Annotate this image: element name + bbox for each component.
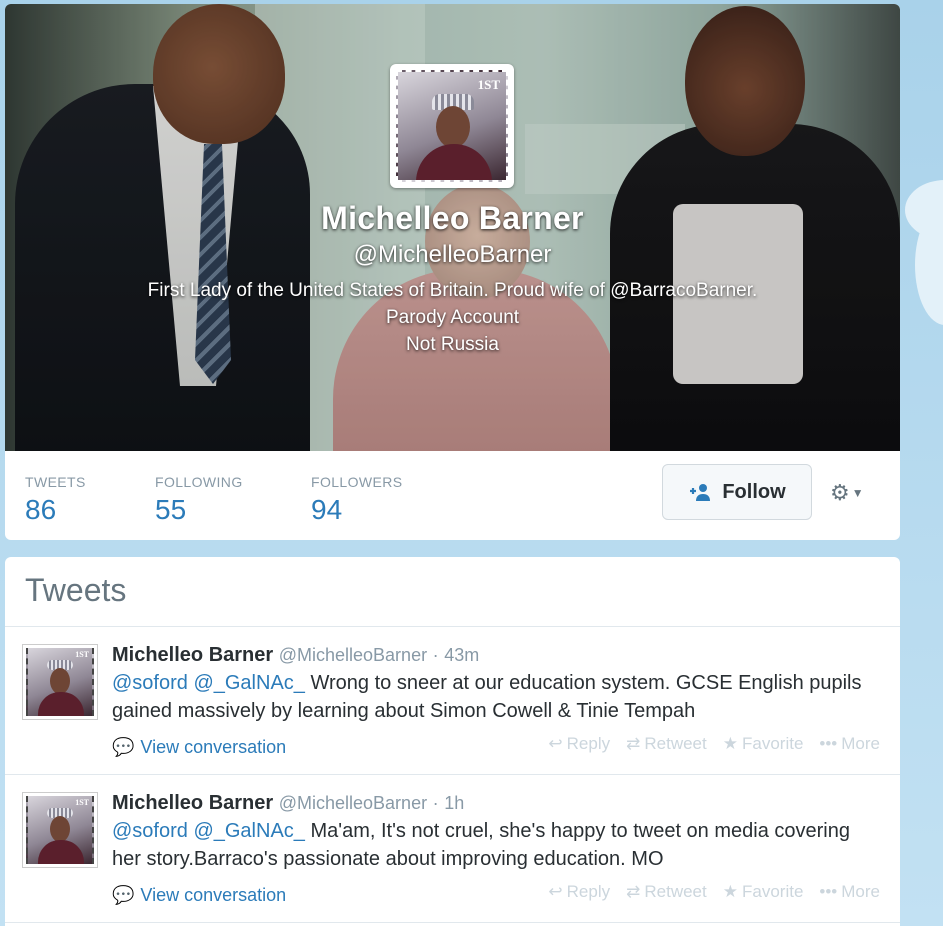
- speech-bubble-icon: 💬: [112, 885, 135, 905]
- stamp-denomination: 1ST: [477, 77, 500, 92]
- stat-followers[interactable]: FOLLOWERS 94: [311, 474, 403, 526]
- view-conversation-link[interactable]: 💬 View conversation: [112, 737, 286, 758]
- tweet-text: @soford @_GalNAc_ Ma'am, It's not cruel,…: [112, 817, 880, 873]
- tweet-author-handle[interactable]: @MichelleoBarner: [279, 793, 427, 813]
- reply-icon: ↩: [548, 882, 563, 901]
- retweet-icon: ⇄: [626, 882, 641, 901]
- profile-avatar[interactable]: 1ST: [390, 64, 514, 188]
- settings-menu[interactable]: ⚙ ▼: [830, 480, 864, 506]
- speech-bubble-icon: 💬: [112, 737, 135, 757]
- tweet-actions: ↩ Reply ⇄ Retweet ★ Favorite ••• More: [548, 882, 880, 902]
- stat-label: FOLLOWING: [155, 474, 243, 490]
- more-button[interactable]: ••• More: [819, 734, 880, 754]
- stat-value: 94: [311, 494, 343, 525]
- tweet-actions: ↩ Reply ⇄ Retweet ★ Favorite ••• More: [548, 734, 880, 754]
- stat-tweets[interactable]: TWEETS 86: [25, 474, 86, 526]
- tweet-timestamp[interactable]: 1h: [444, 793, 464, 813]
- bio-line: First Lady of the United States of Brita…: [147, 280, 758, 301]
- mention-link[interactable]: @_GalNAc_: [193, 672, 304, 694]
- stat-value: 55: [155, 494, 187, 525]
- profile-handle[interactable]: @MichelleoBarner: [5, 241, 900, 269]
- favorite-button[interactable]: ★ Favorite: [723, 882, 804, 902]
- tweet-text: @soford @_GalNAc_ Wrong to sneer at our …: [112, 669, 880, 725]
- profile-card: 1ST Michelleo Barner @MichelleoBarner Fi…: [5, 4, 900, 540]
- stat-label: TWEETS: [25, 474, 86, 490]
- tweet-avatar[interactable]: 1ST: [23, 645, 97, 719]
- mention-link[interactable]: @soford: [112, 672, 188, 694]
- tweet-author-name[interactable]: Michelleo Barner: [112, 644, 273, 666]
- tweet-timestamp[interactable]: 43m: [444, 645, 479, 665]
- gear-icon: ⚙: [830, 480, 850, 505]
- star-icon: ★: [722, 734, 738, 753]
- add-user-icon: [688, 483, 712, 501]
- bio-line: Parody Account: [385, 307, 520, 328]
- mention-link[interactable]: @_GalNAc_: [193, 820, 304, 842]
- reply-icon: ↩: [548, 734, 563, 753]
- profile-header-banner: 1ST Michelleo Barner @MichelleoBarner Fi…: [5, 4, 900, 451]
- tweet-item[interactable]: 1ST Michelleo Barner @MichelleoBarner · …: [5, 627, 900, 775]
- reply-button[interactable]: ↩ Reply: [548, 734, 610, 754]
- favorite-button[interactable]: ★ Favorite: [723, 734, 804, 754]
- profile-bio: First Lady of the United States of Brita…: [5, 277, 900, 358]
- follow-button[interactable]: Follow: [662, 464, 812, 520]
- star-icon: ★: [722, 882, 738, 901]
- ellipsis-icon: •••: [819, 882, 838, 901]
- bio-line: Not Russia: [406, 334, 499, 355]
- retweet-button[interactable]: ⇄ Retweet: [626, 734, 707, 754]
- tweet-avatar[interactable]: 1ST: [23, 793, 97, 867]
- reply-button[interactable]: ↩ Reply: [548, 882, 610, 902]
- profile-name: Michelleo Barner: [321, 200, 584, 236]
- more-button[interactable]: ••• More: [819, 882, 880, 902]
- tweets-card: Tweets 1ST Michelleo Barner @MichelleoBa…: [5, 557, 900, 926]
- follow-button-label: Follow: [722, 480, 786, 503]
- mention-link[interactable]: @soford: [112, 820, 188, 842]
- stat-value: 86: [25, 494, 57, 525]
- tweet-author-handle[interactable]: @MichelleoBarner: [279, 645, 427, 665]
- retweet-button[interactable]: ⇄ Retweet: [626, 882, 707, 902]
- retweet-icon: ⇄: [626, 734, 641, 753]
- stat-label: FOLLOWERS: [311, 474, 403, 490]
- chevron-down-icon: ▼: [851, 486, 864, 500]
- stat-following[interactable]: FOLLOWING 55: [155, 474, 243, 526]
- view-conversation-link[interactable]: 💬 View conversation: [112, 885, 286, 906]
- tweet-author-name[interactable]: Michelleo Barner: [112, 792, 273, 814]
- ellipsis-icon: •••: [819, 734, 838, 753]
- tweet-item[interactable]: 1ST Michelleo Barner @MichelleoBarner · …: [5, 775, 900, 923]
- tweets-heading: Tweets: [5, 557, 900, 627]
